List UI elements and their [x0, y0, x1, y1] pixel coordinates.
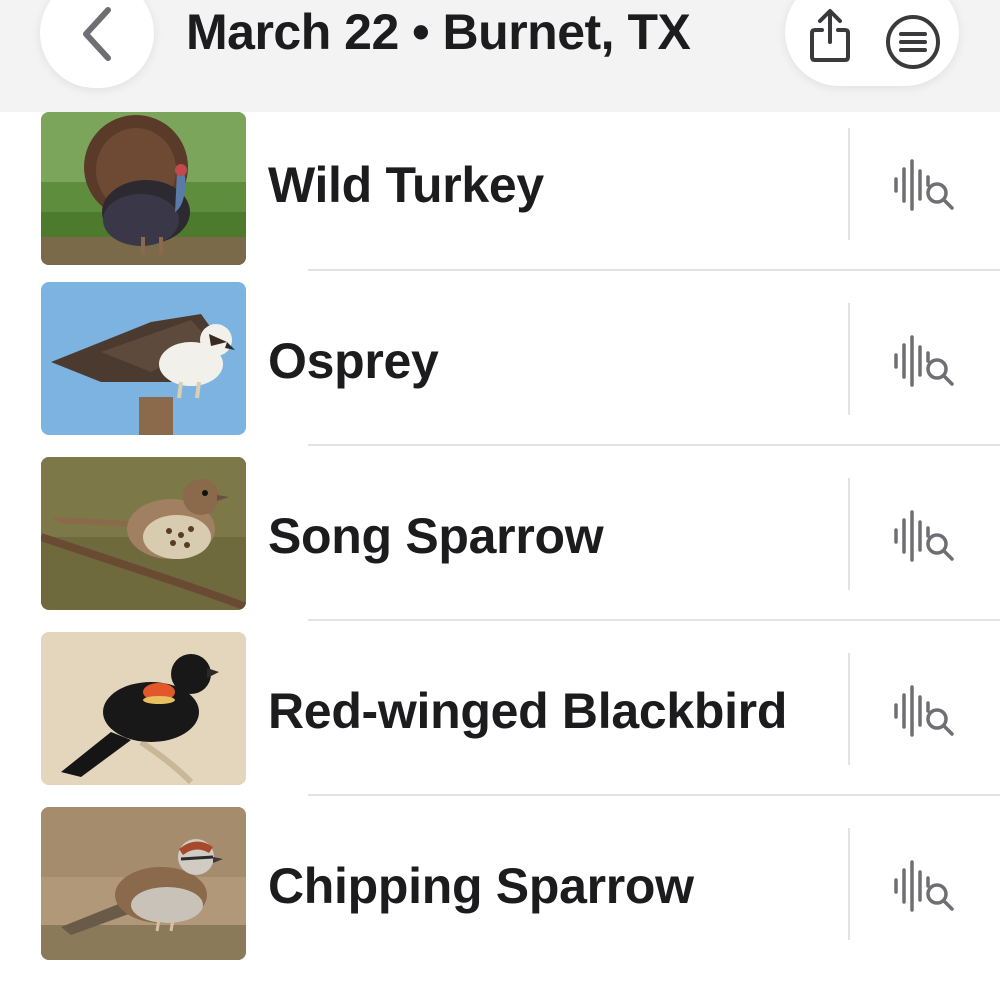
species-photo — [41, 112, 246, 265]
row-separator — [308, 619, 1000, 621]
species-name: Wild Turkey — [268, 157, 544, 213]
header-actions — [785, 0, 959, 86]
list-menu-icon — [886, 15, 940, 69]
species-name: Red-winged Blackbird — [268, 683, 788, 739]
species-name: Song Sparrow — [268, 508, 604, 564]
species-name: Chipping Sparrow — [268, 858, 694, 914]
sound-search-button[interactable] — [890, 333, 960, 393]
row-divider — [848, 478, 850, 590]
species-name: Osprey — [268, 333, 439, 389]
row-separator — [308, 444, 1000, 446]
share-icon — [810, 9, 850, 62]
list-item[interactable]: Osprey — [0, 282, 1000, 462]
row-divider — [848, 128, 850, 240]
list-menu-button[interactable] — [885, 14, 941, 70]
sound-search-icon — [894, 860, 954, 912]
page-title: March 22 • Burnet, TX — [186, 4, 691, 60]
list-item[interactable]: Song Sparrow — [0, 457, 1000, 637]
sound-search-button[interactable] — [890, 157, 960, 217]
list-item[interactable]: Chipping Sparrow — [0, 807, 1000, 987]
species-photo — [41, 807, 246, 960]
chevron-left-icon — [83, 7, 111, 61]
row-separator — [308, 794, 1000, 796]
sound-search-icon — [894, 685, 954, 737]
row-divider — [848, 303, 850, 415]
species-photo — [41, 632, 246, 785]
species-photo — [41, 282, 246, 435]
back-button[interactable] — [40, 0, 154, 88]
share-button[interactable] — [807, 8, 853, 64]
row-separator — [308, 269, 1000, 271]
sound-search-button[interactable] — [890, 683, 960, 743]
row-divider — [848, 653, 850, 765]
sound-search-icon — [894, 335, 954, 387]
sound-search-button[interactable] — [890, 508, 960, 568]
sound-search-icon — [894, 510, 954, 562]
sound-search-icon — [894, 159, 954, 211]
species-photo — [41, 457, 246, 610]
sound-search-button[interactable] — [890, 858, 960, 918]
list-item[interactable]: Red-winged Blackbird — [0, 632, 1000, 812]
navigation-header: March 22 • Burnet, TX — [0, 0, 1000, 112]
list-item[interactable]: Wild Turkey — [0, 112, 1000, 287]
row-divider — [848, 828, 850, 940]
